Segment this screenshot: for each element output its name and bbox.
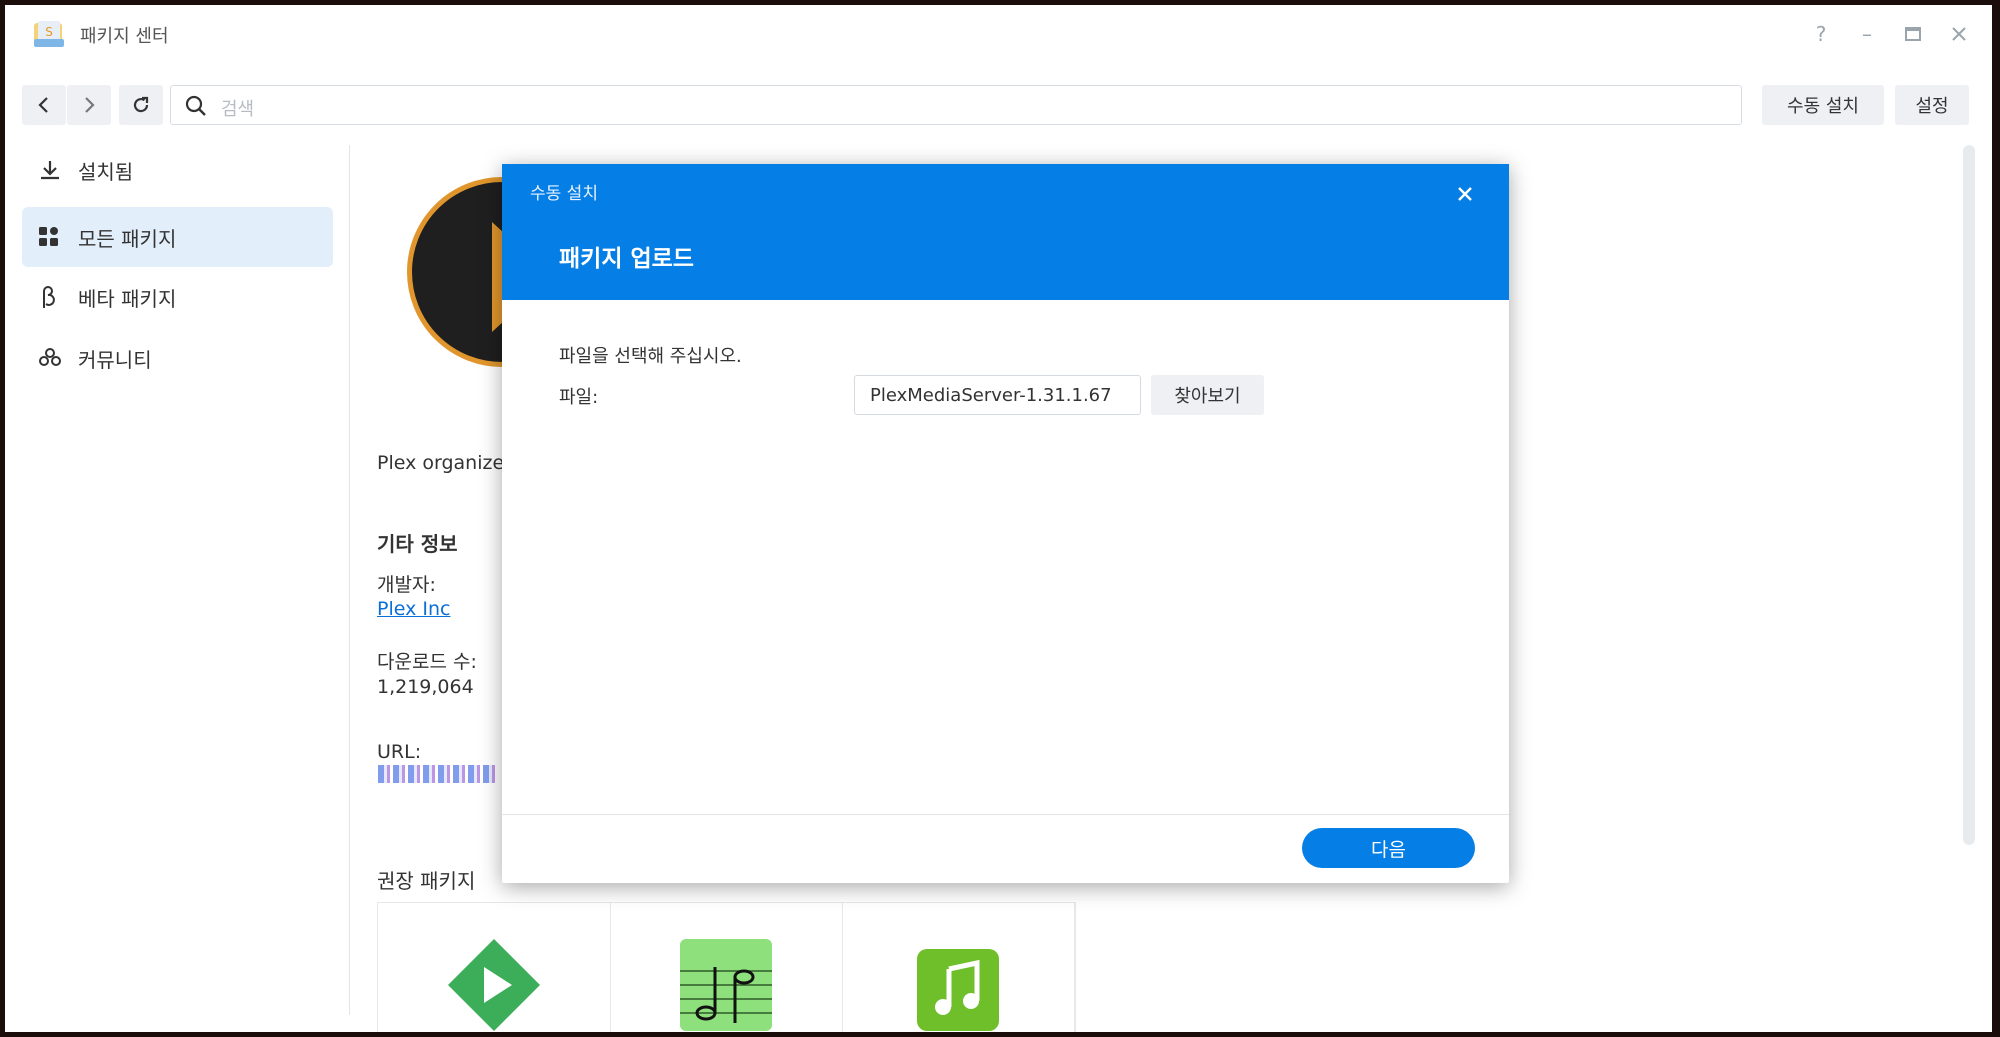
sidebar-item-label: 설치됨 [78,159,134,184]
dialog-caption: 수동 설치 [530,184,598,204]
recommended-packages [377,902,1076,1032]
sidebar-item-beta-packages[interactable]: 베타 패키지 [22,267,333,327]
downloads-label: 다운로드 수: [377,651,477,673]
package-center-window: S 패키지 센터 ? – 검색 수동 설치 설정 설치됨 모든 패키지 베타 패… [5,5,1992,1032]
package-description: Plex organize [377,452,505,474]
file-label: 파일: [559,387,599,408]
recommended-package-card[interactable] [378,903,611,1032]
other-info-heading: 기타 정보 [377,532,458,556]
developer-label: 개발자: [377,574,436,596]
close-icon[interactable] [1450,179,1480,209]
video-station-icon [448,939,540,1031]
sheet-music-icon [680,939,772,1031]
close-window-icon[interactable] [1945,20,1973,48]
search-placeholder: 검색 [221,99,255,120]
file-field[interactable]: PlexMediaServer-1.31.1.67 [854,375,1141,415]
browse-button[interactable]: 찾아보기 [1151,375,1264,415]
community-icon [38,347,78,369]
chevron-left-icon [38,97,48,113]
recommended-heading: 권장 패키지 [377,869,476,893]
sidebar-divider [349,145,350,1015]
file-select-prompt: 파일을 선택해 주십시오. [559,346,742,367]
developer-link[interactable]: Plex Inc [377,598,450,620]
refresh-icon [133,96,149,113]
download-icon [38,158,78,182]
scrollbar[interactable] [1963,145,1975,845]
next-button[interactable]: 다음 [1302,828,1475,868]
search-icon [185,95,206,116]
audio-station-icon [917,949,999,1031]
search-input[interactable]: 검색 [170,85,1742,125]
beta-icon [38,285,78,309]
url-link-redacted[interactable] [378,765,498,783]
svg-text:S: S [45,25,53,39]
refresh-button[interactable] [119,85,163,125]
maximize-icon[interactable] [1899,20,1927,48]
dialog-header: 수동 설치 패키지 업로드 [502,164,1509,300]
sidebar-item-installed[interactable]: 설치됨 [22,140,333,200]
dialog-title: 패키지 업로드 [559,246,694,272]
recommended-package-card[interactable] [610,903,843,1032]
minimize-icon[interactable]: – [1853,20,1881,48]
sidebar-item-all-packages[interactable]: 모든 패키지 [22,207,333,267]
help-icon[interactable]: ? [1807,20,1835,48]
recommended-package-card[interactable] [842,903,1075,1032]
downloads-value: 1,219,064 [377,676,474,698]
grid-icon [38,226,78,248]
forward-button[interactable] [67,85,111,125]
back-button[interactable] [22,85,66,125]
url-label: URL: [377,741,422,763]
sidebar-item-label: 커뮤니티 [78,347,152,372]
manual-install-button[interactable]: 수동 설치 [1762,85,1884,125]
settings-button[interactable]: 설정 [1895,85,1969,125]
sidebar-item-community[interactable]: 커뮤니티 [22,328,333,388]
package-center-icon: S [32,19,66,49]
sidebar-item-label: 모든 패키지 [78,226,177,251]
sidebar-item-label: 베타 패키지 [78,286,177,311]
title-bar: S 패키지 센터 ? – [5,5,1992,60]
dialog-footer-divider [502,814,1509,815]
manual-install-dialog: 수동 설치 패키지 업로드 파일을 선택해 주십시오. 파일: PlexMedi… [502,164,1509,883]
window-title: 패키지 센터 [80,26,169,47]
chevron-right-icon [85,97,95,113]
